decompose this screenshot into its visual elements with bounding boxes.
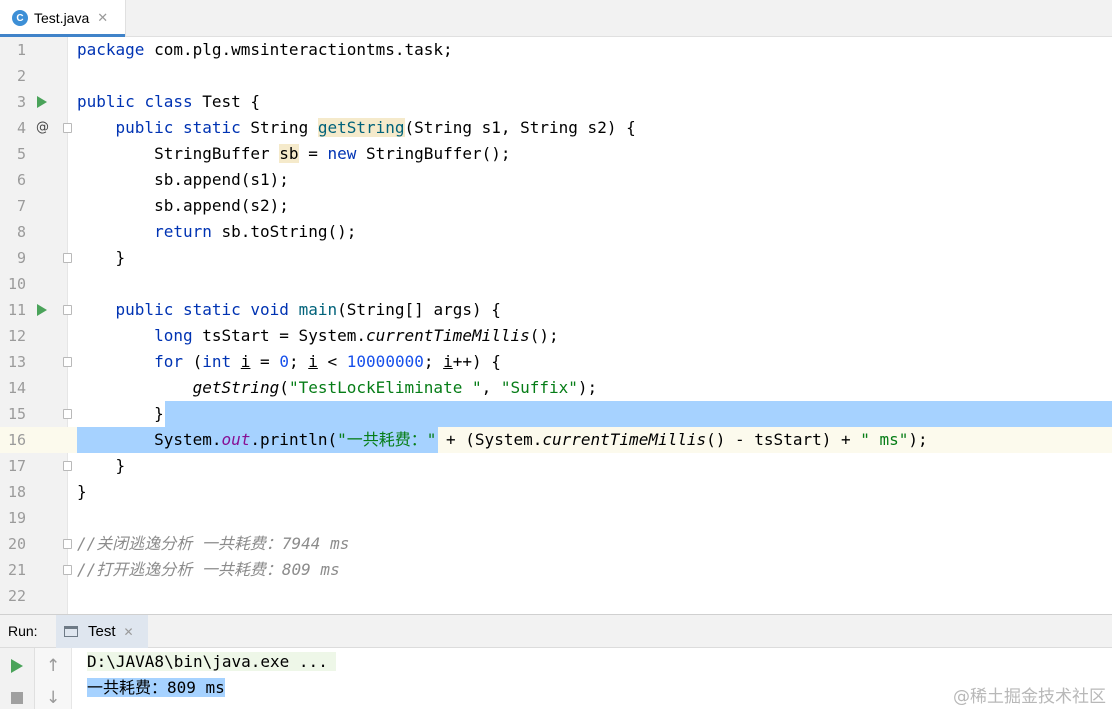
fold-icon[interactable] [63, 565, 72, 575]
line-number: 13 [7, 353, 26, 371]
code-line: 4 @ public static String getString(Strin… [0, 115, 1112, 141]
selection-highlight [165, 401, 1112, 427]
line-number: 17 [7, 457, 26, 475]
console-line: D:\JAVA8\bin\java.exe ... [87, 649, 336, 675]
run-tab-label: Test [88, 623, 116, 640]
rerun-icon[interactable] [11, 659, 23, 673]
code-text: } [154, 404, 164, 423]
line-number: 9 [16, 249, 26, 267]
code-line: 12 long tsStart = System.currentTimeMill… [0, 323, 1112, 349]
line-number: 16 [7, 431, 26, 449]
code-text: StringBuffer sb = new StringBuffer(); [154, 144, 511, 163]
code-text: System.out.println("一共耗费：" + (System.cur… [154, 430, 928, 449]
stop-icon[interactable] [11, 692, 23, 704]
code-line: 1 package com.plg.wmsinteractiontms.task… [0, 37, 1112, 63]
code-line: 19 [0, 505, 1112, 531]
line-number: 18 [7, 483, 26, 501]
close-icon[interactable]: ✕ [97, 11, 108, 26]
code-line: 20 //关闭逃逸分析 一共耗费：7944 ms [0, 531, 1112, 557]
line-number: 4 [16, 119, 26, 137]
fold-icon[interactable] [63, 253, 72, 263]
code-line: 10 [0, 271, 1112, 297]
line-number: 19 [7, 509, 26, 527]
code-text: return sb.toString(); [154, 222, 357, 241]
code-text: sb.append(s2); [154, 196, 289, 215]
code-text: } [77, 482, 87, 501]
line-number: 2 [16, 67, 26, 85]
line-number: 11 [7, 301, 26, 319]
up-arrow-icon[interactable]: ↑ [46, 656, 60, 676]
line-number: 8 [16, 223, 26, 241]
java-class-icon: C [12, 10, 28, 26]
editor-tab-bar: C Test.java ✕ [0, 0, 1112, 37]
fold-icon[interactable] [63, 123, 72, 133]
console-navigation-toolbar: ↑ ↓ [35, 648, 72, 709]
code-text: sb.append(s1); [154, 170, 289, 189]
code-line: 3 public class Test { [0, 89, 1112, 115]
watermark: @稀土掘金技术社区 [953, 687, 1106, 707]
code-comment: //打开逃逸分析 一共耗费：809 ms [77, 560, 340, 579]
run-gutter-icon[interactable] [37, 96, 47, 108]
run-tab-test[interactable]: Test ✕ [56, 615, 148, 648]
annotation-at-icon[interactable]: @ [36, 121, 50, 135]
line-number: 6 [16, 171, 26, 189]
line-number: 21 [7, 561, 26, 579]
code-text: public static String getString(String s1… [115, 118, 636, 137]
fold-icon[interactable] [63, 409, 72, 419]
code-line: 2 [0, 63, 1112, 89]
code-editor[interactable]: 1 package com.plg.wmsinteractiontms.task… [0, 37, 1112, 614]
run-tool-window-header: Run: Test ✕ [0, 614, 1112, 648]
code-line: 18 } [0, 479, 1112, 505]
code-text: package com.plg.wmsinteractiontms.task; [77, 40, 453, 59]
tab-test-java[interactable]: C Test.java ✕ [0, 0, 126, 37]
line-number: 12 [7, 327, 26, 345]
code-text: for (int i = 0; i < 10000000; i++) { [154, 352, 501, 371]
code-line: 14 getString("TestLockEliminate ", "Suff… [0, 375, 1112, 401]
line-number: 15 [7, 405, 26, 423]
code-line: 7 sb.append(s2); [0, 193, 1112, 219]
line-number: 22 [7, 587, 26, 605]
run-console[interactable]: ↑ ↓ D:\JAVA8\bin\java.exe ... 一共耗费：809 m… [0, 648, 1112, 709]
code-line: 16 System.out.println("一共耗费：" + (System.… [0, 427, 1112, 453]
console-line: 一共耗费：809 ms [87, 678, 225, 697]
code-line: 13 for (int i = 0; i < 10000000; i++) { [0, 349, 1112, 375]
code-text: getString("TestLockEliminate ", "Suffix"… [192, 378, 598, 397]
line-number: 14 [7, 379, 26, 397]
tab-label: Test.java [34, 10, 90, 26]
fold-icon[interactable] [63, 539, 72, 549]
code-line: 11 public static void main(String[] args… [0, 297, 1112, 323]
fold-icon[interactable] [63, 461, 72, 471]
run-gutter-icon[interactable] [37, 304, 47, 316]
line-number: 20 [7, 535, 26, 553]
code-line: 5 StringBuffer sb = new StringBuffer(); [0, 141, 1112, 167]
code-line: 21 //打开逃逸分析 一共耗费：809 ms [0, 557, 1112, 583]
code-text: } [115, 248, 126, 267]
code-line: 17 } [0, 453, 1112, 479]
code-line: 15 } [0, 401, 1112, 427]
code-line: 8 return sb.toString(); [0, 219, 1112, 245]
close-icon[interactable]: ✕ [124, 625, 134, 639]
line-number: 10 [7, 275, 26, 293]
code-line: 9 } [0, 245, 1112, 271]
line-number: 7 [16, 197, 26, 215]
fold-icon[interactable] [63, 357, 72, 367]
code-text: public class Test { [77, 92, 261, 111]
line-number: 3 [16, 93, 26, 111]
code-line: 22 [0, 583, 1112, 609]
code-comment: //关闭逃逸分析 一共耗费：7944 ms [77, 534, 350, 553]
line-number: 5 [16, 145, 26, 163]
fold-icon[interactable] [63, 305, 72, 315]
code-text: } [115, 456, 126, 475]
run-toolbar [0, 648, 35, 709]
down-arrow-icon[interactable]: ↓ [46, 688, 60, 708]
code-line: 6 sb.append(s1); [0, 167, 1112, 193]
console-icon [64, 626, 78, 637]
code-text: public static void main(String[] args) { [115, 300, 501, 319]
line-number: 1 [16, 41, 26, 59]
code-text: long tsStart = System.currentTimeMillis(… [154, 326, 559, 345]
run-label: Run: [8, 623, 38, 639]
